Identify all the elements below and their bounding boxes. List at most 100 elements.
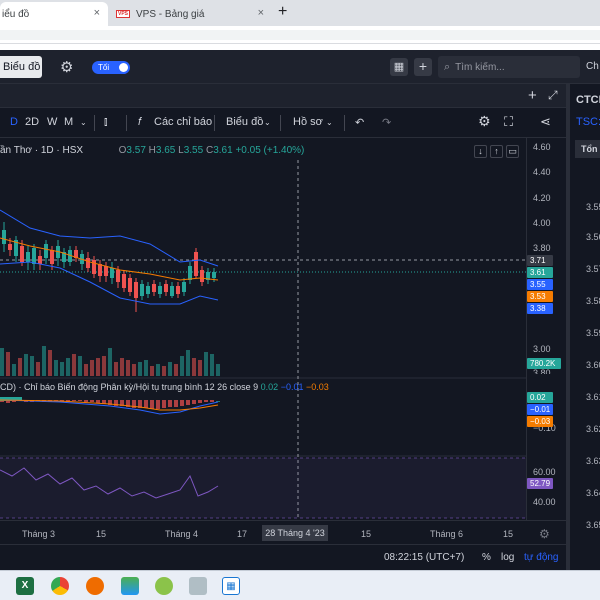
candle-body (170, 286, 174, 296)
candle-body (194, 252, 198, 276)
change-value: +0.05 (+1.40%) (235, 145, 305, 156)
candle-body (38, 256, 42, 264)
volume-bar (66, 358, 70, 376)
volume-bar (198, 360, 202, 376)
book-price: 3.63 (586, 456, 600, 466)
macd-bar (72, 400, 76, 401)
candle-body (182, 282, 186, 292)
price-chart[interactable] (0, 0, 600, 600)
candle-body (2, 230, 6, 244)
volume-bar (168, 362, 172, 376)
auto-scale-toggle[interactable]: tự động (524, 552, 559, 563)
volume-bar (216, 364, 220, 376)
price-tick: 4.00 (533, 218, 551, 228)
log-scale-toggle[interactable]: log (501, 552, 514, 563)
candle-body (200, 270, 204, 282)
rsi-badge: 52.79 (527, 478, 553, 489)
volume-bar (204, 352, 208, 376)
os-taskbar: X ▦ (0, 570, 600, 600)
volume-tick: 3.00 (533, 344, 551, 354)
candle-body (122, 274, 126, 288)
volume-badge: 780.2K (527, 358, 561, 369)
macd-badge: 0.02 (527, 392, 553, 403)
macd-bar (204, 400, 208, 402)
volume-bar (114, 362, 118, 376)
volume-bar (78, 356, 82, 376)
candle-body (140, 284, 144, 296)
volume-bar (162, 366, 166, 376)
file-icon[interactable] (189, 577, 207, 595)
volume-bar (174, 364, 178, 376)
candle-body (98, 264, 102, 276)
volume-bar (24, 354, 28, 376)
candle-body (116, 270, 120, 282)
order-book-panel: CTCI TSC: Tổn 3.55 3.56 3.57 3.58 3.59 3… (566, 84, 600, 570)
macd-bar (174, 400, 178, 407)
volume-bar (42, 346, 46, 376)
time-axis[interactable]: Tháng 3 15 Tháng 4 17 28 Tháng 4 '23 15 … (0, 520, 566, 544)
candle-body (152, 284, 156, 292)
crosshair-date-label: 28 Tháng 4 '23 (262, 525, 328, 541)
time-label: 15 (361, 529, 372, 539)
excel-icon[interactable]: X (16, 577, 34, 595)
calculator-icon[interactable]: ▦ (222, 577, 240, 595)
book-price: 3.57 (586, 264, 600, 274)
high-value: 3.65 (155, 145, 176, 156)
candle-body (50, 250, 54, 264)
bb-lower-badge: 3.38 (527, 303, 553, 314)
last-price-badge: 3.61 (527, 267, 553, 278)
time-label: Tháng 6 (430, 529, 464, 539)
price-tick: 4.20 (533, 193, 551, 203)
volume-bar (90, 360, 94, 376)
axis-settings-gear-icon[interactable]: ⚙ (539, 527, 550, 541)
volume-bar (6, 352, 10, 376)
macd-title[interactable]: CD) · Chỉ báo Biến động Phân kỳ/Hội tụ t… (0, 382, 258, 392)
macd-histogram-value: −0.03 (306, 382, 329, 392)
macd-signal-value: −0.01 (280, 382, 304, 392)
volume-bar (0, 348, 4, 376)
signal-badge: −0.01 (527, 404, 553, 415)
percent-scale-toggle[interactable]: % (482, 552, 491, 563)
volume-bar (96, 358, 100, 376)
move-up-icon[interactable]: ↑ (490, 145, 503, 158)
book-price: 3.58 (586, 296, 600, 306)
candle-body (212, 272, 216, 278)
app-icon[interactable] (86, 577, 104, 595)
price-tick: 4.40 (533, 167, 551, 177)
app-icon[interactable] (155, 577, 173, 595)
volume-bar (186, 350, 190, 376)
book-price: 3.62 (586, 424, 600, 434)
volume-bar (126, 360, 130, 376)
macd-bar (84, 400, 88, 402)
move-down-icon[interactable]: ↓ (474, 145, 487, 158)
maximize-pane-icon[interactable]: ▭ (506, 145, 519, 158)
volume-bar (72, 354, 76, 376)
volume-bar (54, 360, 58, 376)
macd-bar (186, 400, 190, 405)
volume-bar (12, 364, 16, 376)
candle-body (176, 286, 180, 294)
price-tick: 3.80 (533, 243, 551, 253)
macd-bar (168, 400, 172, 407)
rsi-tick: 60.00 (533, 467, 556, 477)
time-label: 15 (96, 529, 107, 539)
price-axis[interactable]: 4.60 4.40 4.20 4.00 3.80 3.00 3.80 −0.10… (526, 138, 566, 520)
volume-bar (108, 348, 112, 376)
bluestacks-icon[interactable] (121, 577, 139, 595)
time-label: Tháng 3 (22, 529, 56, 539)
volume-bar (84, 364, 88, 376)
candle-body (158, 286, 162, 294)
bb-mid-badge: 3.55 (527, 279, 553, 290)
candle-body (146, 286, 150, 294)
chrome-icon[interactable] (51, 577, 69, 595)
book-price: 3.64 (586, 488, 600, 498)
symbol-name[interactable]: ần Thơ · 1D · HSX (0, 145, 83, 156)
ma-badge: 3.53 (527, 291, 553, 302)
candle-body (110, 268, 114, 278)
volume-bar (102, 356, 106, 376)
side-panel-code[interactable]: TSC: (576, 116, 600, 128)
side-panel-tab[interactable]: Tổn (575, 140, 600, 158)
macd-bar (144, 400, 148, 408)
volume-bar (138, 362, 142, 376)
macd-bar (162, 400, 166, 408)
